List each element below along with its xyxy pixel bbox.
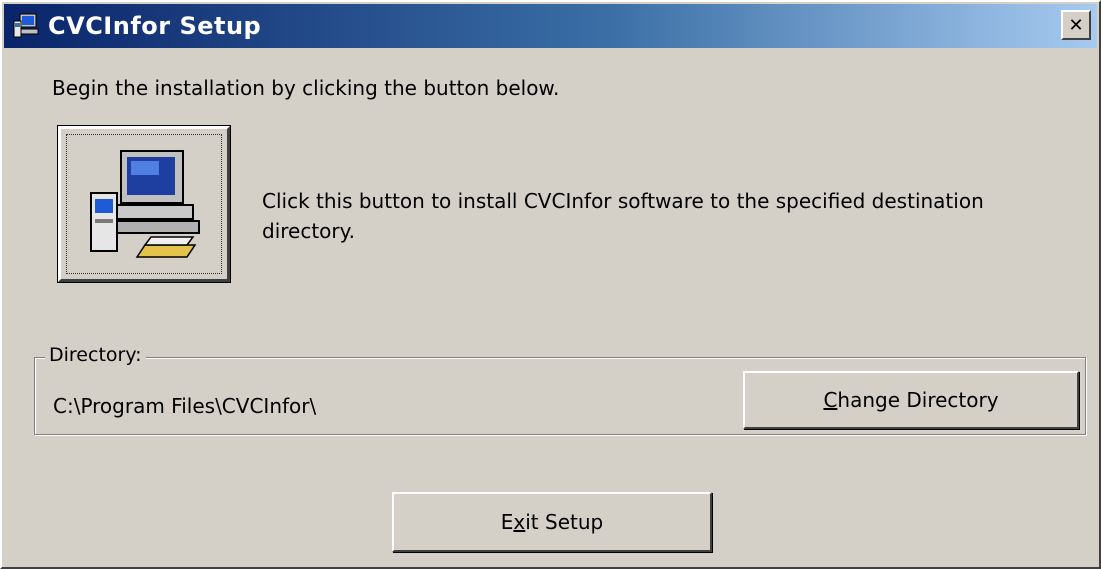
close-icon: ✕ [1068, 14, 1084, 36]
directory-label: Directory: [45, 344, 146, 366]
window-title: CVCInfor Setup [48, 12, 262, 40]
setup-app-icon [13, 13, 39, 38]
install-description: Click this button to install CVCInfor so… [262, 189, 984, 243]
exit-setup-label: Exit Setup [500, 510, 604, 534]
instruction-text: Begin the installation by clicking the b… [52, 76, 560, 100]
change-directory-label: Change Directory [823, 388, 999, 412]
computer-setup-icon [90, 150, 200, 258]
change-directory-button[interactable]: Change Directory [743, 371, 1079, 429]
install-button[interactable] [57, 125, 231, 283]
directory-path: C:\Program Files\CVCInfor\ [53, 394, 317, 418]
setup-window: CVCInfor Setup ✕ Begin the installation … [0, 0, 1101, 569]
directory-group: Directory: C:\Program Files\CVCInfor\ Ch… [34, 344, 1086, 435]
exit-setup-button[interactable]: Exit Setup [392, 492, 712, 552]
close-button[interactable]: ✕ [1061, 10, 1091, 40]
title-bar[interactable]: CVCInfor Setup ✕ [4, 4, 1097, 48]
